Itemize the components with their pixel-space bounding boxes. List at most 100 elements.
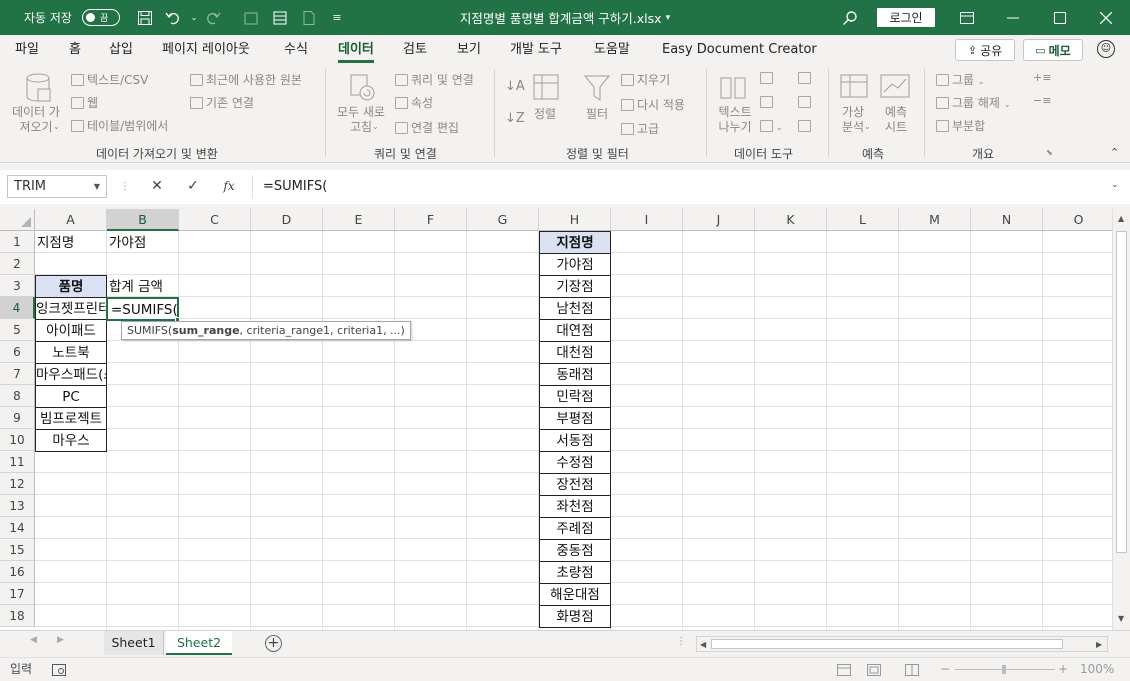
ribbon-display-options-icon[interactable]	[944, 0, 990, 35]
branch-cell[interactable]: 해운대점	[539, 583, 611, 606]
scroll-up-icon[interactable]: ▲	[1118, 214, 1124, 223]
cancel-entry-icon[interactable]: ✕	[145, 175, 169, 198]
flash-fill-icon[interactable]	[760, 71, 776, 85]
formula-input[interactable]: =SUMIFS(	[252, 175, 1124, 198]
column-header-k[interactable]: K	[755, 209, 827, 231]
cell-h1-header[interactable]: 지점명	[539, 231, 611, 254]
name-box-dropdown-icon[interactable]: ▼	[94, 176, 100, 197]
sort-button-label[interactable]: 정렬	[534, 105, 556, 122]
row-header-11[interactable]: 11	[0, 451, 35, 473]
undo-icon[interactable]	[162, 0, 184, 35]
remove-duplicates-icon[interactable]	[760, 95, 776, 109]
group-button[interactable]: 그룹 ⌄	[936, 71, 985, 88]
branch-cell[interactable]: 기장점	[539, 275, 611, 298]
row-header-16[interactable]: 16	[0, 561, 35, 583]
column-header-d[interactable]: D	[251, 209, 323, 231]
branch-cell[interactable]: 수정점	[539, 451, 611, 474]
branch-cell[interactable]: 대천점	[539, 341, 611, 364]
sheet-tab-sheet1[interactable]: Sheet1	[104, 631, 164, 655]
row-header-7[interactable]: 7	[0, 363, 35, 385]
edit-links-button[interactable]: 연결 편집	[395, 119, 459, 136]
customize-qat-icon[interactable]: ≡	[326, 0, 348, 35]
zoom-in-icon[interactable]: +	[1058, 658, 1068, 681]
zoom-out-icon[interactable]: −	[940, 658, 950, 681]
data-model-icon[interactable]	[798, 119, 814, 133]
cell-a7[interactable]: 마우스패드(스틸)	[35, 363, 107, 386]
vertical-scroll-thumb[interactable]	[1116, 231, 1127, 553]
scroll-right-icon[interactable]: ▶	[1096, 640, 1102, 649]
close-icon[interactable]	[1083, 0, 1129, 35]
tab-easy-document-creator[interactable]: Easy Document Creator	[662, 35, 817, 65]
add-sheet-icon[interactable]: +	[265, 635, 282, 652]
page-break-view-icon[interactable]	[905, 658, 919, 681]
text-to-columns-button[interactable]: 텍스트 나누기	[713, 105, 757, 135]
cell-a1[interactable]: 지점명	[37, 232, 107, 254]
outline-dialog-launcher-icon[interactable]: ⬊	[1046, 148, 1053, 157]
advanced-filter-button[interactable]: 고급	[621, 120, 659, 137]
cell-a4[interactable]: 잉크젯프린터	[35, 297, 107, 320]
cell-a9[interactable]: 빔프로젝트	[35, 407, 107, 430]
branch-cell[interactable]: 좌천점	[539, 495, 611, 518]
sort-icon[interactable]	[532, 73, 560, 104]
reapply-button[interactable]: 다시 적용	[621, 96, 685, 113]
column-header-e[interactable]: E	[323, 209, 395, 231]
from-table-button[interactable]: 테이블/범위에서	[71, 117, 168, 134]
new-sheet-icon[interactable]	[240, 0, 262, 35]
vertical-scrollbar[interactable]: ▲ ▼	[1112, 209, 1130, 630]
branch-cell[interactable]: 부평점	[539, 407, 611, 430]
row-header-17[interactable]: 17	[0, 583, 35, 605]
row-header-9[interactable]: 9	[0, 407, 35, 429]
relationships-icon[interactable]	[798, 95, 814, 109]
tab-home[interactable]: 홈	[69, 35, 81, 65]
tab-help[interactable]: 도움말	[594, 35, 630, 65]
row-header-8[interactable]: 8	[0, 385, 35, 407]
column-header-m[interactable]: M	[899, 209, 971, 231]
scroll-down-icon[interactable]: ▼	[1118, 614, 1124, 623]
branch-cell[interactable]: 민락점	[539, 385, 611, 408]
tab-review[interactable]: 검토	[403, 35, 427, 65]
row-header-15[interactable]: 15	[0, 539, 35, 561]
page-layout-view-icon[interactable]	[867, 658, 881, 681]
column-header-f[interactable]: F	[395, 209, 467, 231]
column-header-b[interactable]: B	[107, 209, 179, 231]
collapse-ribbon-icon[interactable]: ⌃	[1110, 146, 1119, 159]
show-detail-icon[interactable]: +≡	[1033, 71, 1051, 84]
cell-b4-active[interactable]: =SUMIFS(	[106, 297, 179, 321]
forecast-sheet-button[interactable]: 예측 시트	[880, 105, 912, 135]
previous-sheet-icon[interactable]: ◀	[30, 635, 37, 645]
tab-data[interactable]: 데이터	[338, 35, 374, 65]
filter-icon[interactable]	[583, 73, 611, 106]
autosave-toggle[interactable]: 끔	[82, 9, 120, 26]
function-tooltip[interactable]: SUMIFS(sum_range, criteria_range1, crite…	[121, 321, 411, 340]
confirm-entry-icon[interactable]: ✓	[181, 175, 205, 198]
branch-cell[interactable]: 남천점	[539, 297, 611, 320]
recent-sources-button[interactable]: 최근에 사용한 원본	[190, 71, 302, 88]
branch-cell[interactable]: 동래점	[539, 363, 611, 386]
tab-developer[interactable]: 개발 도구	[510, 35, 562, 65]
cell-a10[interactable]: 마우스	[35, 429, 107, 452]
properties-button[interactable]: 속성	[395, 94, 433, 111]
zoom-level[interactable]: 100%	[1080, 658, 1114, 681]
column-header-h[interactable]: H	[539, 209, 611, 231]
row-header-10[interactable]: 10	[0, 429, 35, 451]
tab-page-layout[interactable]: 페이지 레이아웃	[162, 35, 250, 65]
login-button[interactable]: 로그인	[877, 8, 935, 27]
expand-formula-bar-icon[interactable]: ⌄	[1111, 180, 1119, 190]
column-header-n[interactable]: N	[971, 209, 1043, 231]
document-title[interactable]: 지점명별 품명별 합계금액 구하기.xlsx ▾	[400, 0, 730, 35]
row-header-14[interactable]: 14	[0, 517, 35, 539]
ungroup-button[interactable]: 그룹 해제 ⌄	[936, 94, 1011, 111]
branch-cell[interactable]: 서동점	[539, 429, 611, 452]
sheet-tab-sheet2[interactable]: Sheet2	[166, 631, 232, 655]
row-header-18[interactable]: 18	[0, 605, 35, 627]
save-icon[interactable]	[134, 0, 156, 35]
branch-cell[interactable]: 초량점	[539, 561, 611, 584]
worksheet-grid[interactable]: ONMLKJIHGFEDCBA 지점명 가야점 품명 합계 금액 잉크젯프린터 …	[0, 209, 1112, 630]
branch-cell[interactable]: 화명점	[539, 605, 611, 628]
feedback-smiley-icon[interactable]: ☺	[1097, 40, 1115, 58]
row-header-5[interactable]: 5	[0, 319, 35, 341]
from-text-csv-button[interactable]: 텍스트/CSV	[71, 71, 148, 88]
filter-button-label[interactable]: 필터	[586, 105, 608, 122]
share-button[interactable]: ⇪ 공유	[955, 39, 1015, 61]
branch-cell[interactable]: 가야점	[539, 253, 611, 276]
